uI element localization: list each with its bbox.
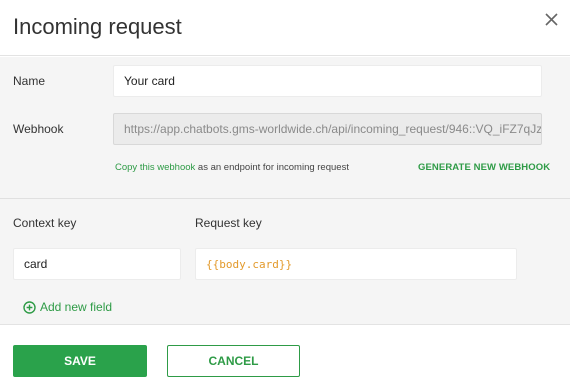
dialog-body: Name Your card Webhook https://app.chatb…: [0, 57, 570, 325]
context-key-label: Context key: [13, 216, 77, 230]
webhook-input: https://app.chatbots.gms-worldwide.ch/ap…: [113, 113, 542, 145]
request-key-input[interactable]: {{body.card}}: [195, 248, 517, 280]
webhook-input-value: https://app.chatbots.gms-worldwide.ch/ap…: [124, 122, 542, 136]
section-divider: [0, 198, 570, 199]
context-key-input[interactable]: card: [13, 248, 181, 280]
request-key-label: Request key: [195, 216, 262, 230]
cancel-button[interactable]: CANCEL: [167, 345, 300, 377]
add-new-field-label: Add new field: [40, 300, 113, 314]
dialog-footer: SAVE CANCEL: [0, 326, 570, 390]
webhook-label: Webhook: [13, 122, 64, 136]
name-input-value: Your card: [124, 74, 175, 88]
save-button[interactable]: SAVE: [13, 345, 147, 377]
generate-webhook-button[interactable]: GENERATE NEW WEBHOOK: [418, 162, 550, 173]
webhook-hint-text: as an endpoint for incoming request: [195, 162, 349, 173]
dialog-title: Incoming request: [13, 14, 182, 39]
close-button[interactable]: [541, 9, 563, 31]
name-input[interactable]: Your card: [113, 65, 542, 97]
name-label: Name: [13, 74, 46, 88]
webhook-hint: Copy this webhook as an endpoint for inc…: [115, 162, 349, 173]
plus-circle-icon: [23, 300, 36, 314]
copy-webhook-link[interactable]: Copy this webhook: [115, 162, 195, 173]
request-key-value: {{body.card}}: [206, 257, 293, 271]
context-key-value: card: [24, 257, 48, 271]
add-new-field-button[interactable]: Add new field: [23, 300, 112, 314]
close-icon[interactable]: [541, 9, 563, 31]
dialog-header: Incoming request: [0, 0, 570, 56]
